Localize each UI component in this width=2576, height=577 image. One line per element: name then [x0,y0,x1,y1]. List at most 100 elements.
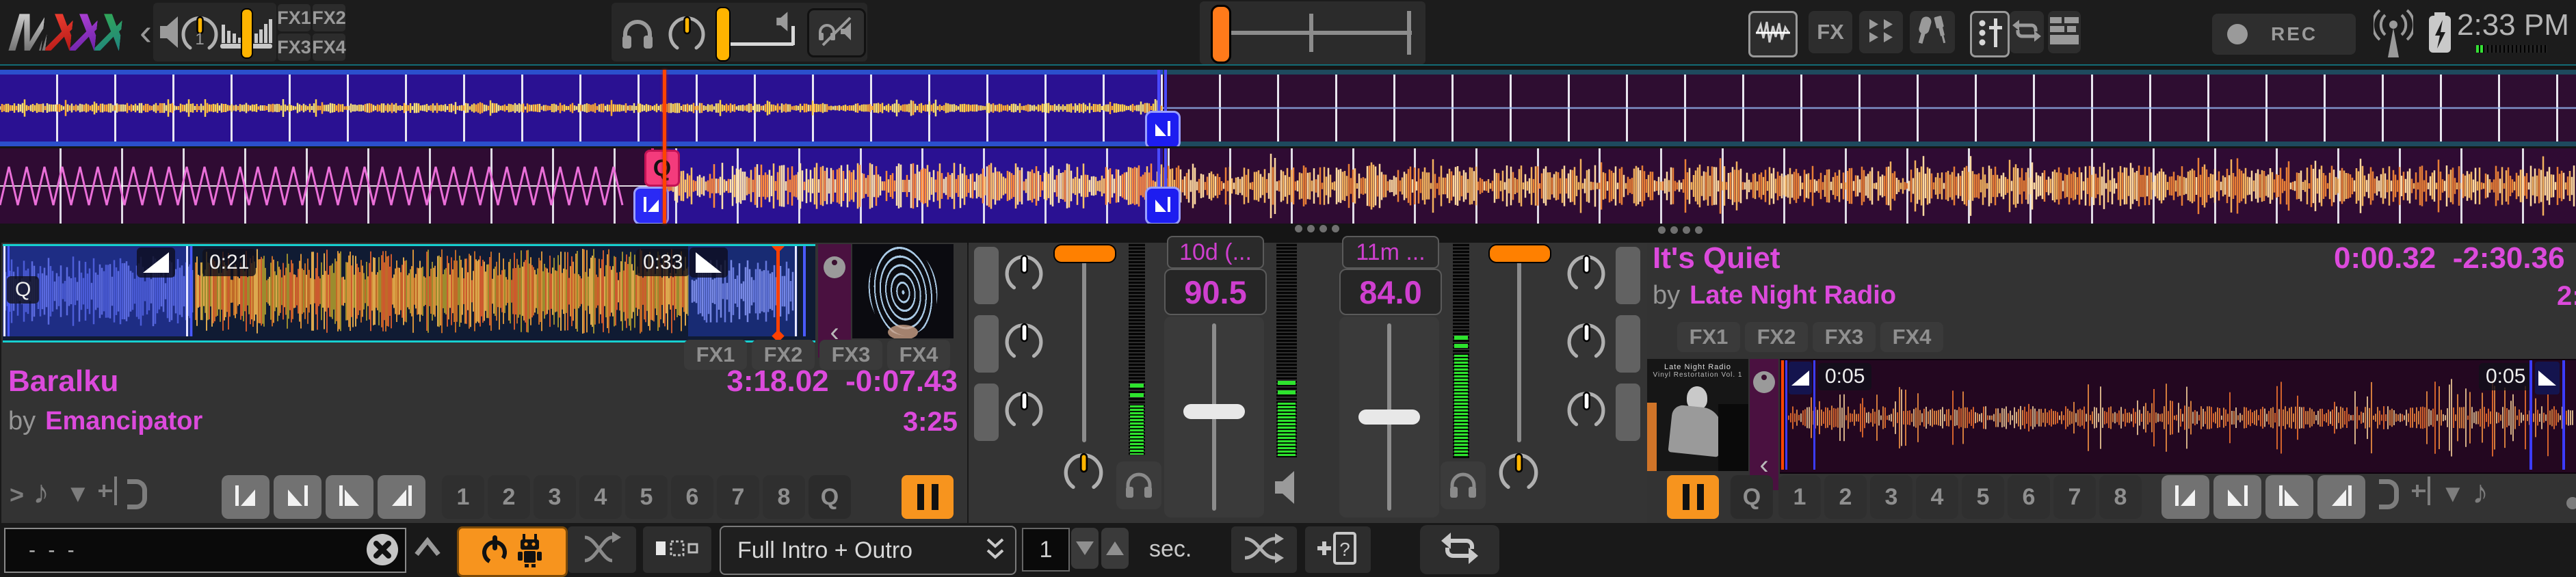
waveform-view-button[interactable] [1748,11,1798,57]
deck2-beatgrid-music-icon[interactable]: ♪ [2472,474,2488,511]
fx-unit-toggle-4[interactable]: FX4 [313,33,345,61]
deck1-loop-icon[interactable] [127,479,147,509]
seconds-increment-button[interactable] [1101,528,1129,569]
deck2-eq-low-knob[interactable] [1566,390,1606,430]
deck2-outro-marker[interactable] [1145,187,1181,224]
deck2-eq-low-kill[interactable] [1616,384,1640,441]
fx-unit-toggle-3[interactable]: FX3 [278,33,311,61]
deck2-gain-knob[interactable] [1498,452,1539,493]
deck2-eq-hi-kill[interactable] [1616,247,1640,304]
deck2-pfl-button[interactable] [1441,461,1486,509]
deck2-fx-button-2[interactable]: FX2 [1745,322,1808,352]
deck2-fx-button-3[interactable]: FX3 [1813,322,1876,352]
deck2-overview-waveform[interactable]: 0:05 0:05 [1780,359,2576,474]
search-clear-button[interactable] [367,534,398,565]
transition-seconds-input[interactable]: 1 [1022,528,1070,572]
deck2-cue-marker[interactable]: Q [644,150,680,187]
deck2-eq-mid-knob[interactable] [1566,322,1606,362]
deck1-hotcue-5[interactable]: 5 [625,475,668,519]
deck1-intro-end-button[interactable] [274,475,321,519]
deck2-eq-mid-kill[interactable] [1616,315,1640,373]
deck2-play-pause-button[interactable] [1667,475,1719,519]
mixer-toggle-button[interactable] [1970,11,2010,57]
deck1-eq-mid-knob[interactable] [1004,322,1044,362]
record-button[interactable]: REC [2212,14,2356,55]
deck2-outro-marker[interactable] [2535,362,2560,394]
fx-unit-toggle-2[interactable]: FX2 [313,4,345,31]
headphone-mix-handle[interactable] [715,7,731,62]
deck2-intro-end-marker[interactable] [1789,362,1812,394]
deck2-hotcue-5[interactable]: 5 [1962,475,2004,519]
microphone-button[interactable] [1910,11,1955,53]
deck1-expand-icon[interactable]: > [10,481,24,509]
deck2-extra-icon[interactable] [2566,497,2576,509]
deck2-hotcue-2[interactable]: 2 [1824,475,1867,519]
deck1-bpm-display[interactable]: 90.5 [1164,269,1267,315]
deck1-outro-start-button[interactable] [326,475,373,519]
balance-slider-handle[interactable] [241,8,253,59]
deck1-wave-resize-handle[interactable] [1295,225,1339,232]
deck1-hotcue-2[interactable]: 2 [488,475,530,519]
deck2-quantize-button[interactable]: Q [1731,475,1773,519]
deck2-intro-start-button[interactable] [2161,475,2209,519]
deck2-quantize-icon[interactable] [2410,475,2435,510]
add-random-track-button[interactable]: ? [1305,526,1371,573]
deck1-quantize-button[interactable]: Q [809,475,851,519]
deck1-hotcue-7[interactable]: 7 [717,475,759,519]
deck1-eq-low-knob[interactable] [1004,390,1044,430]
deck1-quantize-icon[interactable] [97,475,122,510]
deck1-hotcue-4[interactable]: 4 [579,475,622,519]
deck2-hotcue-4[interactable]: 4 [1916,475,1958,519]
deck1-pfl-button[interactable] [1116,461,1161,509]
deck1-volume-handle[interactable] [1053,244,1116,263]
deck1-gain-knob[interactable] [1063,452,1104,493]
deck1-eq-mid-kill[interactable] [974,315,999,373]
deck1-waveform[interactable] [0,70,2576,146]
deck2-wave-resize-handle[interactable] [1658,226,1703,234]
library-toggle-button[interactable] [2048,11,2081,53]
deck2-hotcue-7[interactable]: 7 [2053,475,2096,519]
deck1-hotcue-3[interactable]: 3 [534,475,576,519]
seconds-decrement-button[interactable] [1071,528,1099,569]
deck1-eq-low-kill[interactable] [974,384,999,441]
deck2-waveform-zoom-icon[interactable]: ▼ [2441,479,2465,508]
deck2-album-art[interactable]: Late Night Radio Vinyl Restortation Vol.… [1647,359,1748,471]
deck2-hotcue-1[interactable]: 1 [1778,475,1821,519]
fx-unit-toggle-1[interactable]: FX1 [278,4,311,31]
toolbar-collapse-icon[interactable]: ‹ [140,11,152,53]
effects-toggle-button[interactable]: FX [1809,11,1852,53]
deck2-outro-start-button[interactable] [2265,475,2313,519]
deck1-eq-hi-knob[interactable] [1004,254,1044,293]
deck2-loop-icon[interactable] [2379,479,2399,509]
deck2-hotcue-3[interactable]: 3 [1870,475,1913,519]
deck2-spinny-icon[interactable] [1750,368,1778,399]
library-expand-button[interactable] [410,528,445,570]
deck1-key-display[interactable]: 10d (... [1167,236,1264,269]
deck2-pitch-handle[interactable] [1358,410,1420,425]
deck2-hotcue-8[interactable]: 8 [2099,475,2142,519]
master-gain-knob[interactable]: 1 [181,15,219,53]
deck2-hotcue-6[interactable]: 6 [2008,475,2050,519]
deck1-time-display[interactable]: 3:18.02 -0:07.43 [726,364,958,399]
deck2-waveform[interactable]: Q [0,148,2576,224]
transition-mode-button[interactable] [643,526,711,573]
deck2-fx-button-4[interactable]: FX4 [1880,322,1943,352]
deck1-pitch-handle[interactable] [1183,404,1245,419]
deck1-outro-marker[interactable] [1145,111,1181,146]
deck1-overview-waveform[interactable]: Q 0:21 0:33 [3,244,815,343]
deck1-play-pause-button[interactable] [902,475,954,519]
deck2-fx-button-1[interactable]: FX1 [1677,322,1740,352]
deck1-outro-end-button[interactable] [378,475,425,519]
deck2-eq-hi-knob[interactable] [1566,254,1606,293]
deck1-album-art[interactable] [852,244,954,338]
deck2-outro-end-button[interactable] [2317,475,2365,519]
deck2-intro-end-button[interactable] [2213,475,2261,519]
autodj-fade-now-button[interactable] [568,526,636,573]
deck1-spinny-icon[interactable] [821,254,848,284]
shuffle-button[interactable] [1231,526,1297,573]
loop-toggle-button[interactable] [2010,11,2044,53]
deck1-intro-start-button[interactable] [222,475,270,519]
transition-select[interactable]: Full Intro + Outro [720,526,1016,575]
deck1-waveform-zoom-icon[interactable]: ▼ [66,479,90,508]
headphone-gain-knob[interactable] [668,15,706,53]
